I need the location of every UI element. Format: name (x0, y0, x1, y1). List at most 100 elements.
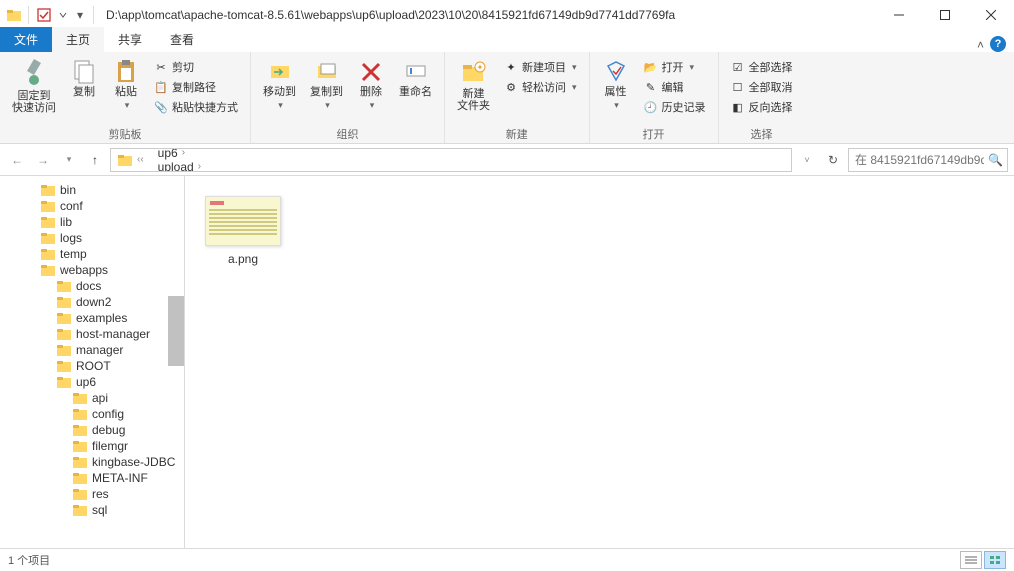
tree-item[interactable]: docs (0, 278, 184, 294)
tree-item[interactable]: logs (0, 230, 184, 246)
app-folder-icon (6, 7, 22, 23)
breadcrumb[interactable]: ‹‹ app›tomcat›apache-tomcat-8.5.61›webap… (110, 148, 792, 172)
ribbon-collapse-icon[interactable]: ˄ (971, 38, 990, 52)
file-name: a.png (228, 252, 258, 266)
cut-button[interactable]: ✂剪切 (150, 58, 242, 76)
easy-access-icon: ⚙ (504, 80, 518, 94)
status-bar: 1 个项目 (0, 548, 1014, 571)
move-to-button[interactable]: 移动到▾ (257, 54, 302, 115)
copy-button[interactable]: 复制 (64, 54, 104, 102)
group-label: 剪贴板 (6, 125, 244, 143)
paste-shortcut-button[interactable]: 📎粘贴快捷方式 (150, 98, 242, 116)
up-button[interactable]: ↑ (84, 149, 106, 171)
history-icon: 🕘 (644, 100, 658, 114)
shortcut-icon: 📎 (154, 100, 168, 114)
tree-item[interactable]: down2 (0, 294, 184, 310)
tree-item[interactable]: config (0, 406, 184, 422)
tab-view[interactable]: 查看 (156, 27, 208, 52)
select-all-button[interactable]: ☑全部选择 (727, 58, 797, 76)
file-item[interactable]: a.png (205, 196, 281, 266)
tab-home[interactable]: 主页 (52, 27, 104, 52)
address-bar: ← → ▾ ↑ ‹‹ app›tomcat›apache-tomcat-8.5.… (0, 144, 1014, 176)
qat-dropdown-icon[interactable] (57, 6, 69, 24)
tree-item[interactable]: manager (0, 342, 184, 358)
tree-item[interactable]: sql (0, 502, 184, 518)
ribbon-tabs: 文件 主页 共享 查看 ˄ ? (0, 29, 1014, 52)
maximize-button[interactable] (922, 0, 968, 29)
tab-file[interactable]: 文件 (0, 27, 52, 52)
rename-button[interactable]: 重命名 (393, 54, 438, 102)
tree-item[interactable]: temp (0, 246, 184, 262)
invert-icon: ◧ (731, 100, 745, 114)
search-box[interactable]: 🔍 (848, 148, 1008, 172)
copy-to-button[interactable]: 复制到▾ (304, 54, 349, 115)
ribbon: 固定到 快速访问 复制 粘贴 ▾ ✂剪切 📋复制路径 📎粘贴快捷方式 剪贴板 移… (0, 52, 1014, 144)
invert-selection-button[interactable]: ◧反向选择 (727, 98, 797, 116)
select-none-icon: ☐ (731, 80, 745, 94)
title-bar: ▾ D:\app\tomcat\apache-tomcat-8.5.61\web… (0, 0, 1014, 29)
open-button[interactable]: 📂打开▾ (640, 58, 710, 76)
history-button[interactable]: 🕘历史记录 (640, 98, 710, 116)
divider (93, 6, 94, 24)
edit-button[interactable]: ✎编辑 (640, 78, 710, 96)
group-label: 打开 (596, 125, 712, 143)
copy-path-button[interactable]: 📋复制路径 (150, 78, 242, 96)
minimize-button[interactable] (876, 0, 922, 29)
scissors-icon: ✂ (154, 60, 168, 74)
search-input[interactable] (855, 153, 984, 167)
tree-item[interactable]: res (0, 486, 184, 502)
breadcrumb-segment[interactable]: upload› (154, 160, 380, 172)
tree-item[interactable]: filemgr (0, 438, 184, 454)
properties-button[interactable]: 属性▾ (596, 54, 636, 115)
refresh-button[interactable]: ↻ (822, 153, 844, 167)
paste-button[interactable]: 粘贴 ▾ (106, 54, 146, 115)
easy-access-button[interactable]: ⚙轻松访问▾ (500, 78, 581, 96)
tree-item[interactable]: up6 (0, 374, 184, 390)
divider (28, 6, 29, 24)
file-thumbnail (205, 196, 281, 246)
qat-check-icon[interactable] (35, 6, 53, 24)
new-folder-button[interactable]: ✦新建 文件夹 (451, 54, 496, 116)
tree-item[interactable]: examples (0, 310, 184, 326)
tree-item[interactable]: META-INF (0, 470, 184, 486)
group-select: ☑全部选择 ☐全部取消 ◧反向选择 选择 (719, 52, 805, 143)
recent-dropdown[interactable]: ▾ (58, 149, 80, 171)
new-item-icon: ✦ (504, 60, 518, 74)
content-pane[interactable]: a.png (185, 176, 1014, 548)
group-label: 组织 (257, 125, 438, 143)
group-new: ✦新建 文件夹 ✦新建项目▾ ⚙轻松访问▾ 新建 (445, 52, 590, 143)
tree-item[interactable]: host-manager (0, 326, 184, 342)
details-view-button[interactable] (960, 551, 982, 569)
search-icon: 🔍 (988, 153, 1003, 167)
forward-button[interactable]: → (32, 149, 54, 171)
tree-item[interactable]: conf (0, 198, 184, 214)
back-button[interactable]: ← (6, 149, 28, 171)
breadcrumb-segment[interactable]: up6› (154, 148, 380, 160)
scrollbar-thumb[interactable] (168, 296, 184, 366)
delete-button[interactable]: 删除▾ (351, 54, 391, 115)
path-icon: 📋 (154, 80, 168, 94)
close-button[interactable] (968, 0, 1014, 29)
tree-item[interactable]: debug (0, 422, 184, 438)
breadcrumb-root-icon[interactable]: ‹‹ (113, 153, 152, 167)
group-open: 属性▾ 📂打开▾ ✎编辑 🕘历史记录 打开 (590, 52, 719, 143)
help-icon[interactable]: ? (990, 36, 1006, 52)
window-title: D:\app\tomcat\apache-tomcat-8.5.61\webap… (106, 8, 675, 22)
nav-tree[interactable]: binconfliblogstempwebappsdocsdown2exampl… (0, 176, 185, 548)
group-label: 选择 (725, 125, 799, 143)
qat-overflow-icon[interactable]: ▾ (73, 6, 87, 24)
select-none-button[interactable]: ☐全部取消 (727, 78, 797, 96)
new-item-button[interactable]: ✦新建项目▾ (500, 58, 581, 76)
pin-to-quick-access-button[interactable]: 固定到 快速访问 (6, 54, 62, 118)
tree-item[interactable]: kingbase-JDBC (0, 454, 184, 470)
tab-share[interactable]: 共享 (104, 27, 156, 52)
icons-view-button[interactable] (984, 551, 1006, 569)
tree-item[interactable]: api (0, 390, 184, 406)
tree-item[interactable]: ROOT (0, 358, 184, 374)
tree-item[interactable]: lib (0, 214, 184, 230)
tree-item[interactable]: webapps (0, 262, 184, 278)
tree-item[interactable]: bin (0, 182, 184, 198)
edit-icon: ✎ (644, 80, 658, 94)
history-dropdown[interactable]: ˅ (796, 149, 818, 171)
group-label: 新建 (451, 125, 583, 143)
